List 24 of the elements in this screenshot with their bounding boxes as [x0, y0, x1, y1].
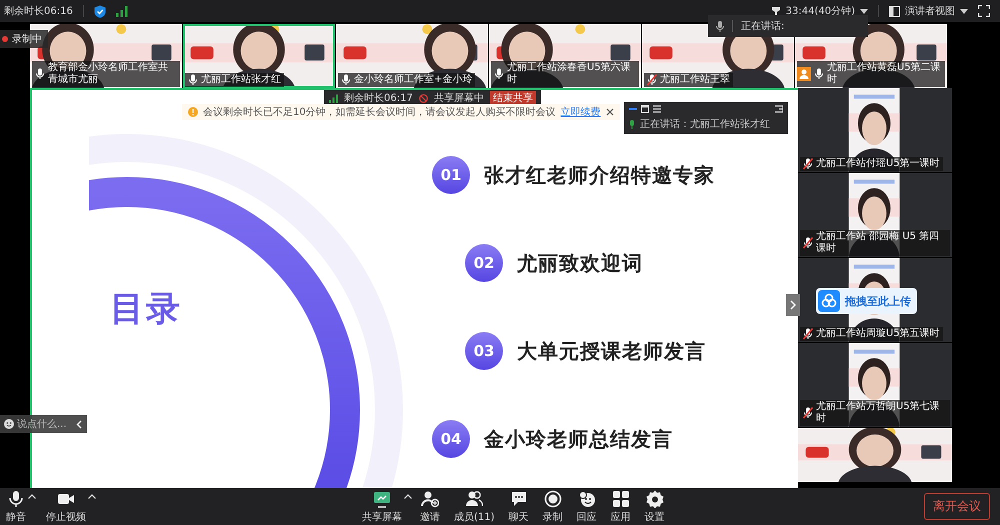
number-circle: 03	[465, 332, 503, 370]
upload-text: 拖拽至此上传	[845, 294, 911, 308]
agenda-item: 张才红老师介绍特邀专家	[484, 162, 715, 188]
participant-name: 尤丽工作站王翠	[660, 74, 730, 86]
participant-name: 尤丽工作站涂春香U5第六课时	[507, 62, 632, 86]
number-circle: 04	[432, 420, 470, 458]
participant-name: 尤丽工作站 邵园梅 U5 第四课时	[816, 231, 940, 255]
notice-text: 会议剩余时长已不足10分钟，如需延长会议时间，请会议发起人购买不限时会议	[203, 106, 556, 119]
participant-name: 尤丽工作站周璇U5第五课时	[816, 328, 940, 340]
participant-name: 教育部金小玲名师工作室共青城市尤丽	[48, 62, 169, 86]
remaining-time: 剩余时长06:16	[4, 4, 73, 18]
slide-title: 目录	[110, 288, 182, 331]
agenda-item: 大单元授课老师发言	[517, 338, 706, 364]
participant-name: 尤丽工作站黄磊U5第二课时	[827, 62, 942, 86]
agenda-item: 尤丽致欢迎词	[517, 250, 643, 276]
sharing-status: 共享屏幕中	[434, 92, 484, 105]
agenda-item: 金小玲老师总结发言	[484, 426, 673, 452]
number-circle: 02	[465, 244, 503, 282]
participant-name: 尤丽工作站付瑶U5第一课时	[816, 158, 940, 170]
remaining-time: 剩余时长06:17	[344, 92, 413, 105]
speaking-text: 正在讲话：尤丽工作站张才红	[640, 118, 770, 131]
participant-name: 金小玲名师工作室+金小玲	[354, 74, 472, 86]
number-circle: 01	[432, 156, 470, 194]
participant-name: 尤丽工作站张才红	[201, 74, 281, 86]
